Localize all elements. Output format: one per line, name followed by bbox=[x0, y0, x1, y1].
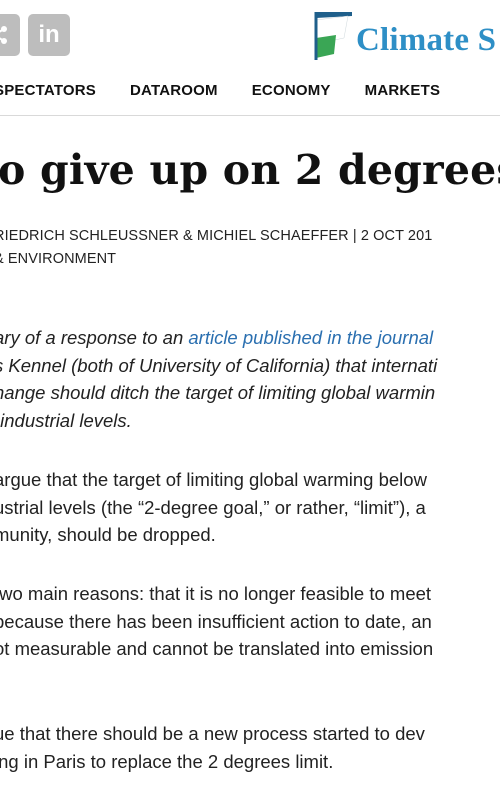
paragraph-1-line-2: ustrial levels (the “2-degree goal,” or … bbox=[0, 496, 426, 518]
article-paragraph-2: two main reasons: that it is no longer f… bbox=[0, 580, 433, 663]
intro-line-1: ary of a response to an article publishe… bbox=[0, 324, 437, 352]
nav-item-spectators[interactable]: SPECTATORS bbox=[0, 82, 96, 99]
article-intro: ary of a response to an article publishe… bbox=[0, 324, 437, 434]
paragraph-3-line-1: ue that there should be a new process st… bbox=[0, 723, 425, 744]
paragraph-2-line-3: ot measurable and cannot be translated i… bbox=[0, 638, 434, 659]
intro-line-1-text: ary of a response to an bbox=[0, 327, 189, 348]
nav-divider bbox=[0, 115, 500, 116]
nav-item-dataroom[interactable]: DATAROOM bbox=[130, 82, 218, 99]
article-category: & ENVIRONMENT bbox=[0, 251, 117, 267]
main-nav: SPECTATORS DATAROOM ECONOMY MARKETS bbox=[0, 82, 440, 99]
paragraph-2-line-1: two main reasons: that it is no longer f… bbox=[0, 583, 432, 604]
social-share-bar: in bbox=[0, 14, 70, 56]
article-page: in Climate S SPECTATORS DATAROOM ECONOMY… bbox=[0, 0, 500, 800]
intro-line-3: hange should ditch the target of limitin… bbox=[0, 382, 436, 403]
intro-line-4: -industrial levels. bbox=[0, 409, 132, 431]
logo-flag-icon bbox=[314, 12, 352, 60]
climate-logo[interactable]: Climate S bbox=[314, 8, 496, 62]
share-glyph-icon bbox=[0, 26, 7, 44]
article-headline: o give up on 2 degrees bbox=[0, 146, 500, 194]
linkedin-icon[interactable]: in bbox=[28, 14, 70, 56]
paragraph-1-line-1: argue that the target of limiting global… bbox=[0, 469, 427, 490]
article-paragraph-3: ue that there should be a new process st… bbox=[0, 720, 425, 775]
article-byline: RIEDRICH SCHLEUSSNER & MICHIEL SCHAEFFER… bbox=[0, 228, 433, 244]
intro-line-2: s Kennel (both of University of Californ… bbox=[0, 354, 438, 376]
logo-text: Climate S bbox=[356, 21, 497, 58]
article-paragraph-1: argue that the target of limiting global… bbox=[0, 466, 427, 549]
share-icon[interactable] bbox=[0, 14, 20, 56]
paragraph-2-line-2: because there has been insufficient acti… bbox=[0, 610, 432, 632]
nav-item-markets[interactable]: MARKETS bbox=[365, 82, 441, 99]
journal-article-link[interactable]: article published in the journal bbox=[188, 327, 433, 348]
paragraph-1-line-3: munity, should be dropped. bbox=[0, 524, 216, 545]
nav-item-economy[interactable]: ECONOMY bbox=[252, 82, 331, 99]
paragraph-3-line-2: ing in Paris to replace the 2 degrees li… bbox=[0, 750, 334, 772]
